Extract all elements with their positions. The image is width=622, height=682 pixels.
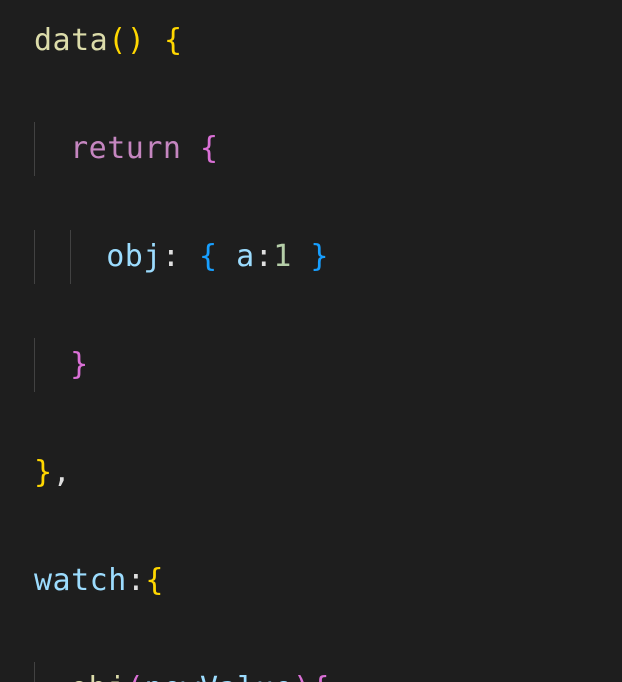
indent-guide [34, 230, 35, 284]
code-line: obj(newValue){ [34, 662, 622, 682]
token-paren: ( [108, 23, 127, 58]
code-line: obj: { a:1 } [34, 230, 622, 284]
token-property: watch [34, 563, 127, 598]
token-paren: ( [126, 671, 145, 682]
code-line: watch:{ [34, 554, 622, 608]
code-line: data() { [34, 14, 622, 68]
indent-guide [34, 338, 35, 392]
token-property: obj [106, 239, 162, 274]
token-paren: ) [293, 671, 312, 682]
token-brace: { [145, 563, 164, 598]
token-function: obj [70, 671, 126, 682]
token-punct: : [127, 563, 146, 598]
token-keyword: return [70, 131, 181, 166]
token-brace: } [34, 455, 53, 490]
token-brace: } [70, 347, 89, 382]
indent-guide [34, 122, 35, 176]
code-line: } [34, 338, 622, 392]
indent-guide [70, 230, 71, 284]
token-brace: } [310, 239, 329, 274]
token-function: data [34, 23, 108, 58]
token-brace: { [164, 23, 183, 58]
code-block: data() { return { obj: { a:1 } } }, watc… [0, 0, 622, 682]
token-number: 1 [273, 239, 292, 274]
token-brace: { [311, 671, 330, 682]
code-line: }, [34, 446, 622, 500]
token-punct: : [162, 239, 181, 274]
token-property: a [236, 239, 255, 274]
token-brace: { [199, 239, 218, 274]
token-param: newValue [144, 671, 293, 682]
code-line: return { [34, 122, 622, 176]
token-paren: ) [127, 23, 146, 58]
token-punct: : [255, 239, 274, 274]
token-punct: , [53, 455, 72, 490]
indent-guide [34, 662, 35, 682]
token-brace: { [200, 131, 219, 166]
